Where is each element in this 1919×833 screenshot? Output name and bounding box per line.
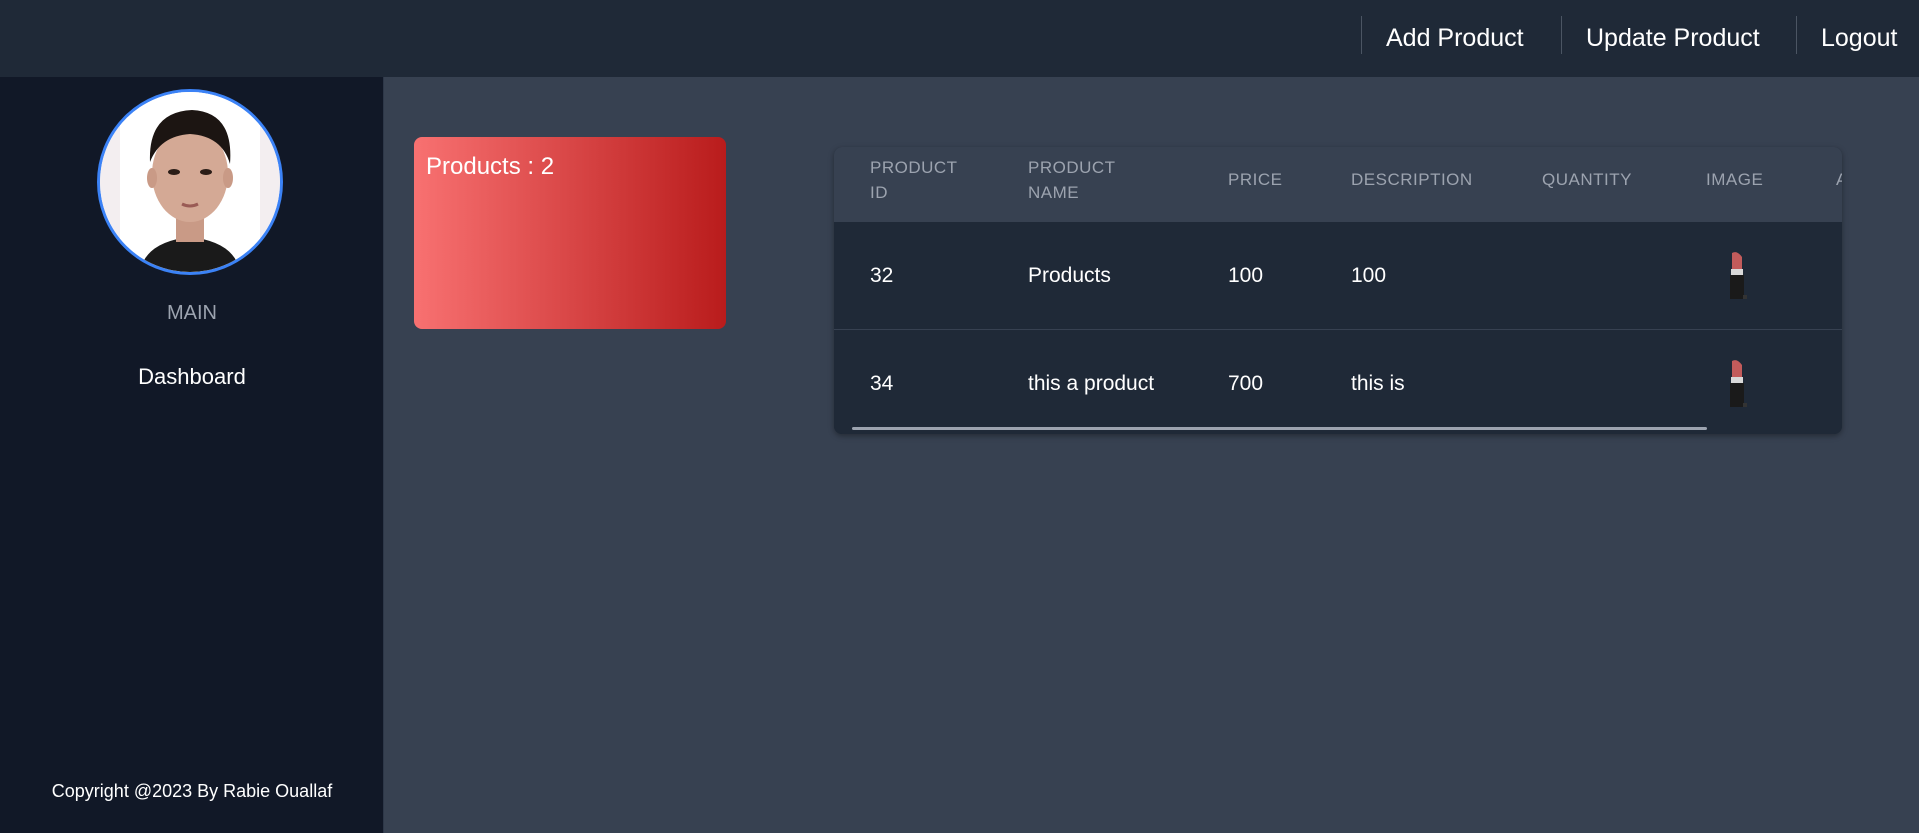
cell-product-id: 34 [870, 371, 894, 395]
header-product-name: PRODUCT NAME [1028, 158, 1116, 202]
update-product-link[interactable]: Update Product [1562, 0, 1794, 77]
cell-product-id: 32 [870, 263, 894, 287]
lipstick-icon [1730, 359, 1747, 407]
header-image: IMAGE [1706, 170, 1764, 189]
copyright-text: Copyright @2023 By Rabie Ouallaf [51, 781, 333, 801]
top-navbar: Add Product Update Product Logout [0, 0, 1919, 77]
sidebar-section-main: MAIN [167, 302, 217, 324]
cell-product-name: this a product [1028, 371, 1155, 395]
horizontal-scrollbar[interactable] [852, 427, 1707, 430]
cell-image [1726, 222, 1748, 329]
cell-price: 700 [1228, 371, 1264, 395]
sidebar-item-dashboard[interactable]: Dashboard [0, 364, 384, 390]
update-product-label: Update Product [1586, 24, 1760, 52]
avatar [97, 89, 283, 275]
logout-label: Logout [1821, 24, 1898, 52]
header-product-id: PRODUCT ID [870, 158, 958, 202]
user-portrait-icon [100, 92, 280, 272]
products-count-card: Products : 2 [414, 137, 726, 329]
logout-link[interactable]: Logout [1797, 0, 1919, 77]
products-count-label: Products : 2 [426, 153, 555, 180]
header-quantity: QUANTITY [1542, 170, 1632, 189]
cell-description: this is [1351, 371, 1405, 395]
lipstick-icon [1730, 251, 1747, 299]
header-action: A [1836, 167, 1842, 192]
add-product-label: Add Product [1386, 24, 1524, 52]
table-header: PRODUCT ID PRODUCT NAME PRICE DESCRIPTION … [834, 147, 1842, 222]
cell-description: 100 [1351, 263, 1387, 287]
header-description: DESCRIPTION [1351, 170, 1473, 189]
table-row[interactable]: 34 this a product 700 this is [834, 329, 1842, 434]
products-table: PRODUCT ID PRODUCT NAME PRICE DESCRIPTION … [834, 147, 1842, 434]
sidebar: MAIN Dashboard Copyright @2023 By Rabie … [0, 77, 384, 833]
add-product-link[interactable]: Add Product [1362, 0, 1562, 77]
cell-image [1726, 330, 1748, 434]
cell-price: 100 [1228, 263, 1264, 287]
cell-product-name: Products [1028, 263, 1111, 287]
header-price: PRICE [1228, 170, 1283, 189]
table-row[interactable]: 32 Products 100 100 [834, 222, 1842, 329]
